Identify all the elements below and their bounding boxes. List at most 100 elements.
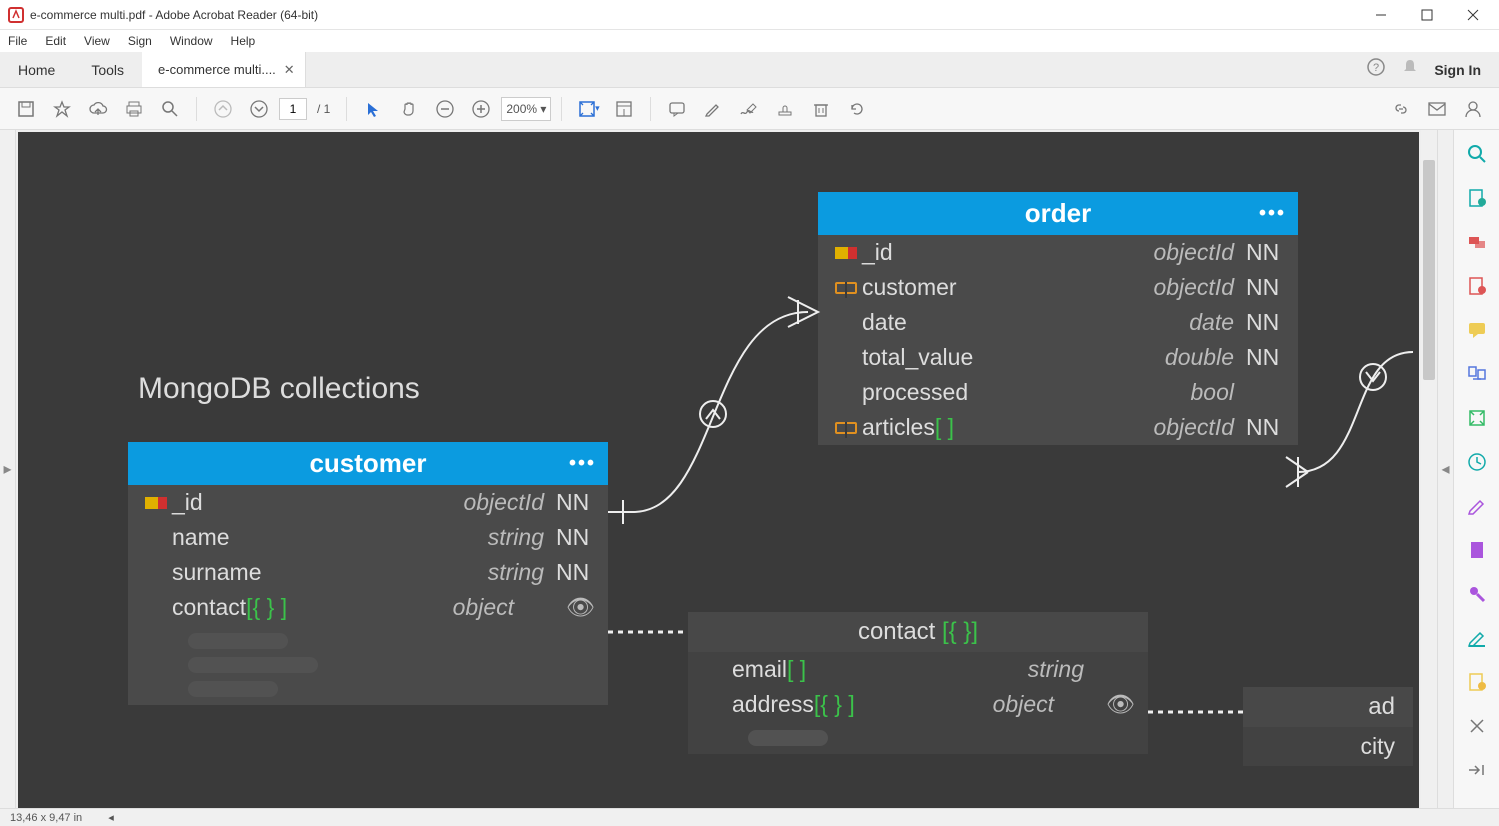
- print-icon[interactable]: [118, 93, 150, 125]
- key-icon: [145, 497, 167, 509]
- sidebar-combine-icon[interactable]: [1465, 230, 1489, 254]
- field-name: total_value: [862, 344, 1124, 371]
- page-number-input[interactable]: [279, 98, 307, 120]
- entity-menu-icon[interactable]: •••: [1259, 202, 1286, 225]
- help-icon[interactable]: ?: [1366, 57, 1386, 82]
- star-icon[interactable]: [46, 93, 78, 125]
- menu-file[interactable]: File: [8, 34, 27, 48]
- window-title: e-commerce multi.pdf - Adobe Acrobat Rea…: [30, 8, 1367, 22]
- sidebar-stamp-icon[interactable]: [1465, 582, 1489, 606]
- highlight-icon[interactable]: [697, 93, 729, 125]
- cloud-icon[interactable]: [82, 93, 114, 125]
- sidebar-protect-icon[interactable]: [1465, 538, 1489, 562]
- tab-home[interactable]: Home: [0, 52, 73, 87]
- field-type: string: [974, 656, 1084, 683]
- field-type: object: [404, 594, 514, 621]
- left-panel-toggle[interactable]: ▸: [0, 130, 16, 808]
- sidebar-collapse-icon[interactable]: [1465, 758, 1489, 782]
- signin-button[interactable]: Sign In: [1434, 62, 1481, 78]
- toolbar: / 1 200% ▾ ▾: [0, 88, 1499, 130]
- main-area: ▸ MongoDB collections customer ••• _idob…: [0, 130, 1499, 808]
- eye-icon: 👁: [1106, 691, 1136, 718]
- maximize-button[interactable]: [1413, 4, 1441, 26]
- pointer-icon[interactable]: [357, 93, 389, 125]
- menu-help[interactable]: Help: [231, 34, 256, 48]
- user-icon[interactable]: [1457, 93, 1489, 125]
- hand-icon[interactable]: [393, 93, 425, 125]
- field-type: objectId: [1124, 239, 1234, 266]
- entity-contact-header: contact [{ }]: [688, 612, 1148, 652]
- minimize-button[interactable]: [1367, 4, 1395, 26]
- entity-contact: contact [{ }] email[ ]string address[{ }…: [688, 612, 1148, 754]
- document-canvas[interactable]: MongoDB collections customer ••• _idobje…: [18, 132, 1419, 808]
- stamp-icon[interactable]: [769, 93, 801, 125]
- signature-icon[interactable]: [733, 93, 765, 125]
- field-type: string: [434, 559, 544, 586]
- field-name: city: [1243, 727, 1413, 766]
- field-nn: NN: [1246, 239, 1286, 266]
- key-icon: [835, 247, 857, 259]
- close-tab-icon[interactable]: ✕: [284, 62, 295, 78]
- sidebar-fillsign-icon[interactable]: [1465, 494, 1489, 518]
- entity-customer: customer ••• _idobjectIdNN namestringNN …: [128, 442, 608, 705]
- fk-icon: [835, 422, 857, 434]
- entity-order: order ••• _idobjectIdNN customerobjectId…: [818, 192, 1298, 445]
- field-name: address[{ } ]: [732, 691, 944, 718]
- svg-text:?: ?: [1373, 62, 1379, 74]
- zoom-value: 200%: [506, 102, 537, 116]
- page-up-icon[interactable]: [207, 93, 239, 125]
- find-icon[interactable]: [154, 93, 186, 125]
- document-tab-label: e-commerce multi....: [158, 62, 276, 77]
- entity-menu-icon[interactable]: •••: [569, 452, 596, 475]
- right-panel-toggle[interactable]: ◂: [1437, 130, 1453, 808]
- horizontal-scroll-left[interactable]: ◂: [102, 811, 114, 824]
- sidebar-comment-icon[interactable]: [1465, 318, 1489, 342]
- field-nn: NN: [1246, 414, 1286, 441]
- field-nn: NN: [1246, 309, 1286, 336]
- bell-icon[interactable]: [1400, 57, 1420, 82]
- field-type: date: [1124, 309, 1234, 336]
- field-name: processed: [862, 379, 1124, 406]
- menu-window[interactable]: Window: [170, 34, 213, 48]
- entity-address-header: ad: [1243, 687, 1413, 727]
- sidebar-organize-icon[interactable]: [1465, 362, 1489, 386]
- vertical-scrollbar[interactable]: [1421, 130, 1437, 808]
- page-down-icon[interactable]: [243, 93, 275, 125]
- field-nn: NN: [556, 489, 596, 516]
- fit-page-icon[interactable]: ▾: [572, 93, 604, 125]
- sidebar-more-icon[interactable]: [1465, 714, 1489, 738]
- zoom-select[interactable]: 200% ▾: [501, 97, 551, 121]
- delete-icon[interactable]: [805, 93, 837, 125]
- zoom-out-icon[interactable]: [429, 93, 461, 125]
- zoom-in-icon[interactable]: [465, 93, 497, 125]
- field-nn: NN: [556, 524, 596, 551]
- fit-width-icon[interactable]: [608, 93, 640, 125]
- tools-sidebar: [1453, 130, 1499, 808]
- rotate-icon[interactable]: [841, 93, 873, 125]
- menu-view[interactable]: View: [84, 34, 110, 48]
- field-name: contact[{ } ]: [172, 594, 404, 621]
- sidebar-redact-icon[interactable]: [1465, 626, 1489, 650]
- document-tab[interactable]: e-commerce multi.... ✕: [142, 52, 306, 87]
- menubar: File Edit View Sign Window Help: [0, 30, 1499, 52]
- tab-tools[interactable]: Tools: [73, 52, 142, 87]
- mail-icon[interactable]: [1421, 93, 1453, 125]
- menu-edit[interactable]: Edit: [45, 34, 66, 48]
- sidebar-search-icon[interactable]: [1465, 142, 1489, 166]
- menu-sign[interactable]: Sign: [128, 34, 152, 48]
- sidebar-clock-icon[interactable]: [1465, 450, 1489, 474]
- tabs-row: Home Tools e-commerce multi.... ✕ ? Sign…: [0, 52, 1499, 88]
- field-type: object: [944, 691, 1054, 718]
- sidebar-edit-icon[interactable]: [1465, 274, 1489, 298]
- close-button[interactable]: [1459, 4, 1487, 26]
- sidebar-send-icon[interactable]: [1465, 670, 1489, 694]
- doc-heading: MongoDB collections: [138, 372, 420, 406]
- link-icon[interactable]: [1385, 93, 1417, 125]
- comment-icon[interactable]: [661, 93, 693, 125]
- sidebar-export-icon[interactable]: [1465, 186, 1489, 210]
- fk-icon: [835, 282, 857, 294]
- save-icon[interactable]: [10, 93, 42, 125]
- field-name: date: [862, 309, 1124, 336]
- canvas-wrap: MongoDB collections customer ••• _idobje…: [16, 130, 1437, 808]
- sidebar-compress-icon[interactable]: [1465, 406, 1489, 430]
